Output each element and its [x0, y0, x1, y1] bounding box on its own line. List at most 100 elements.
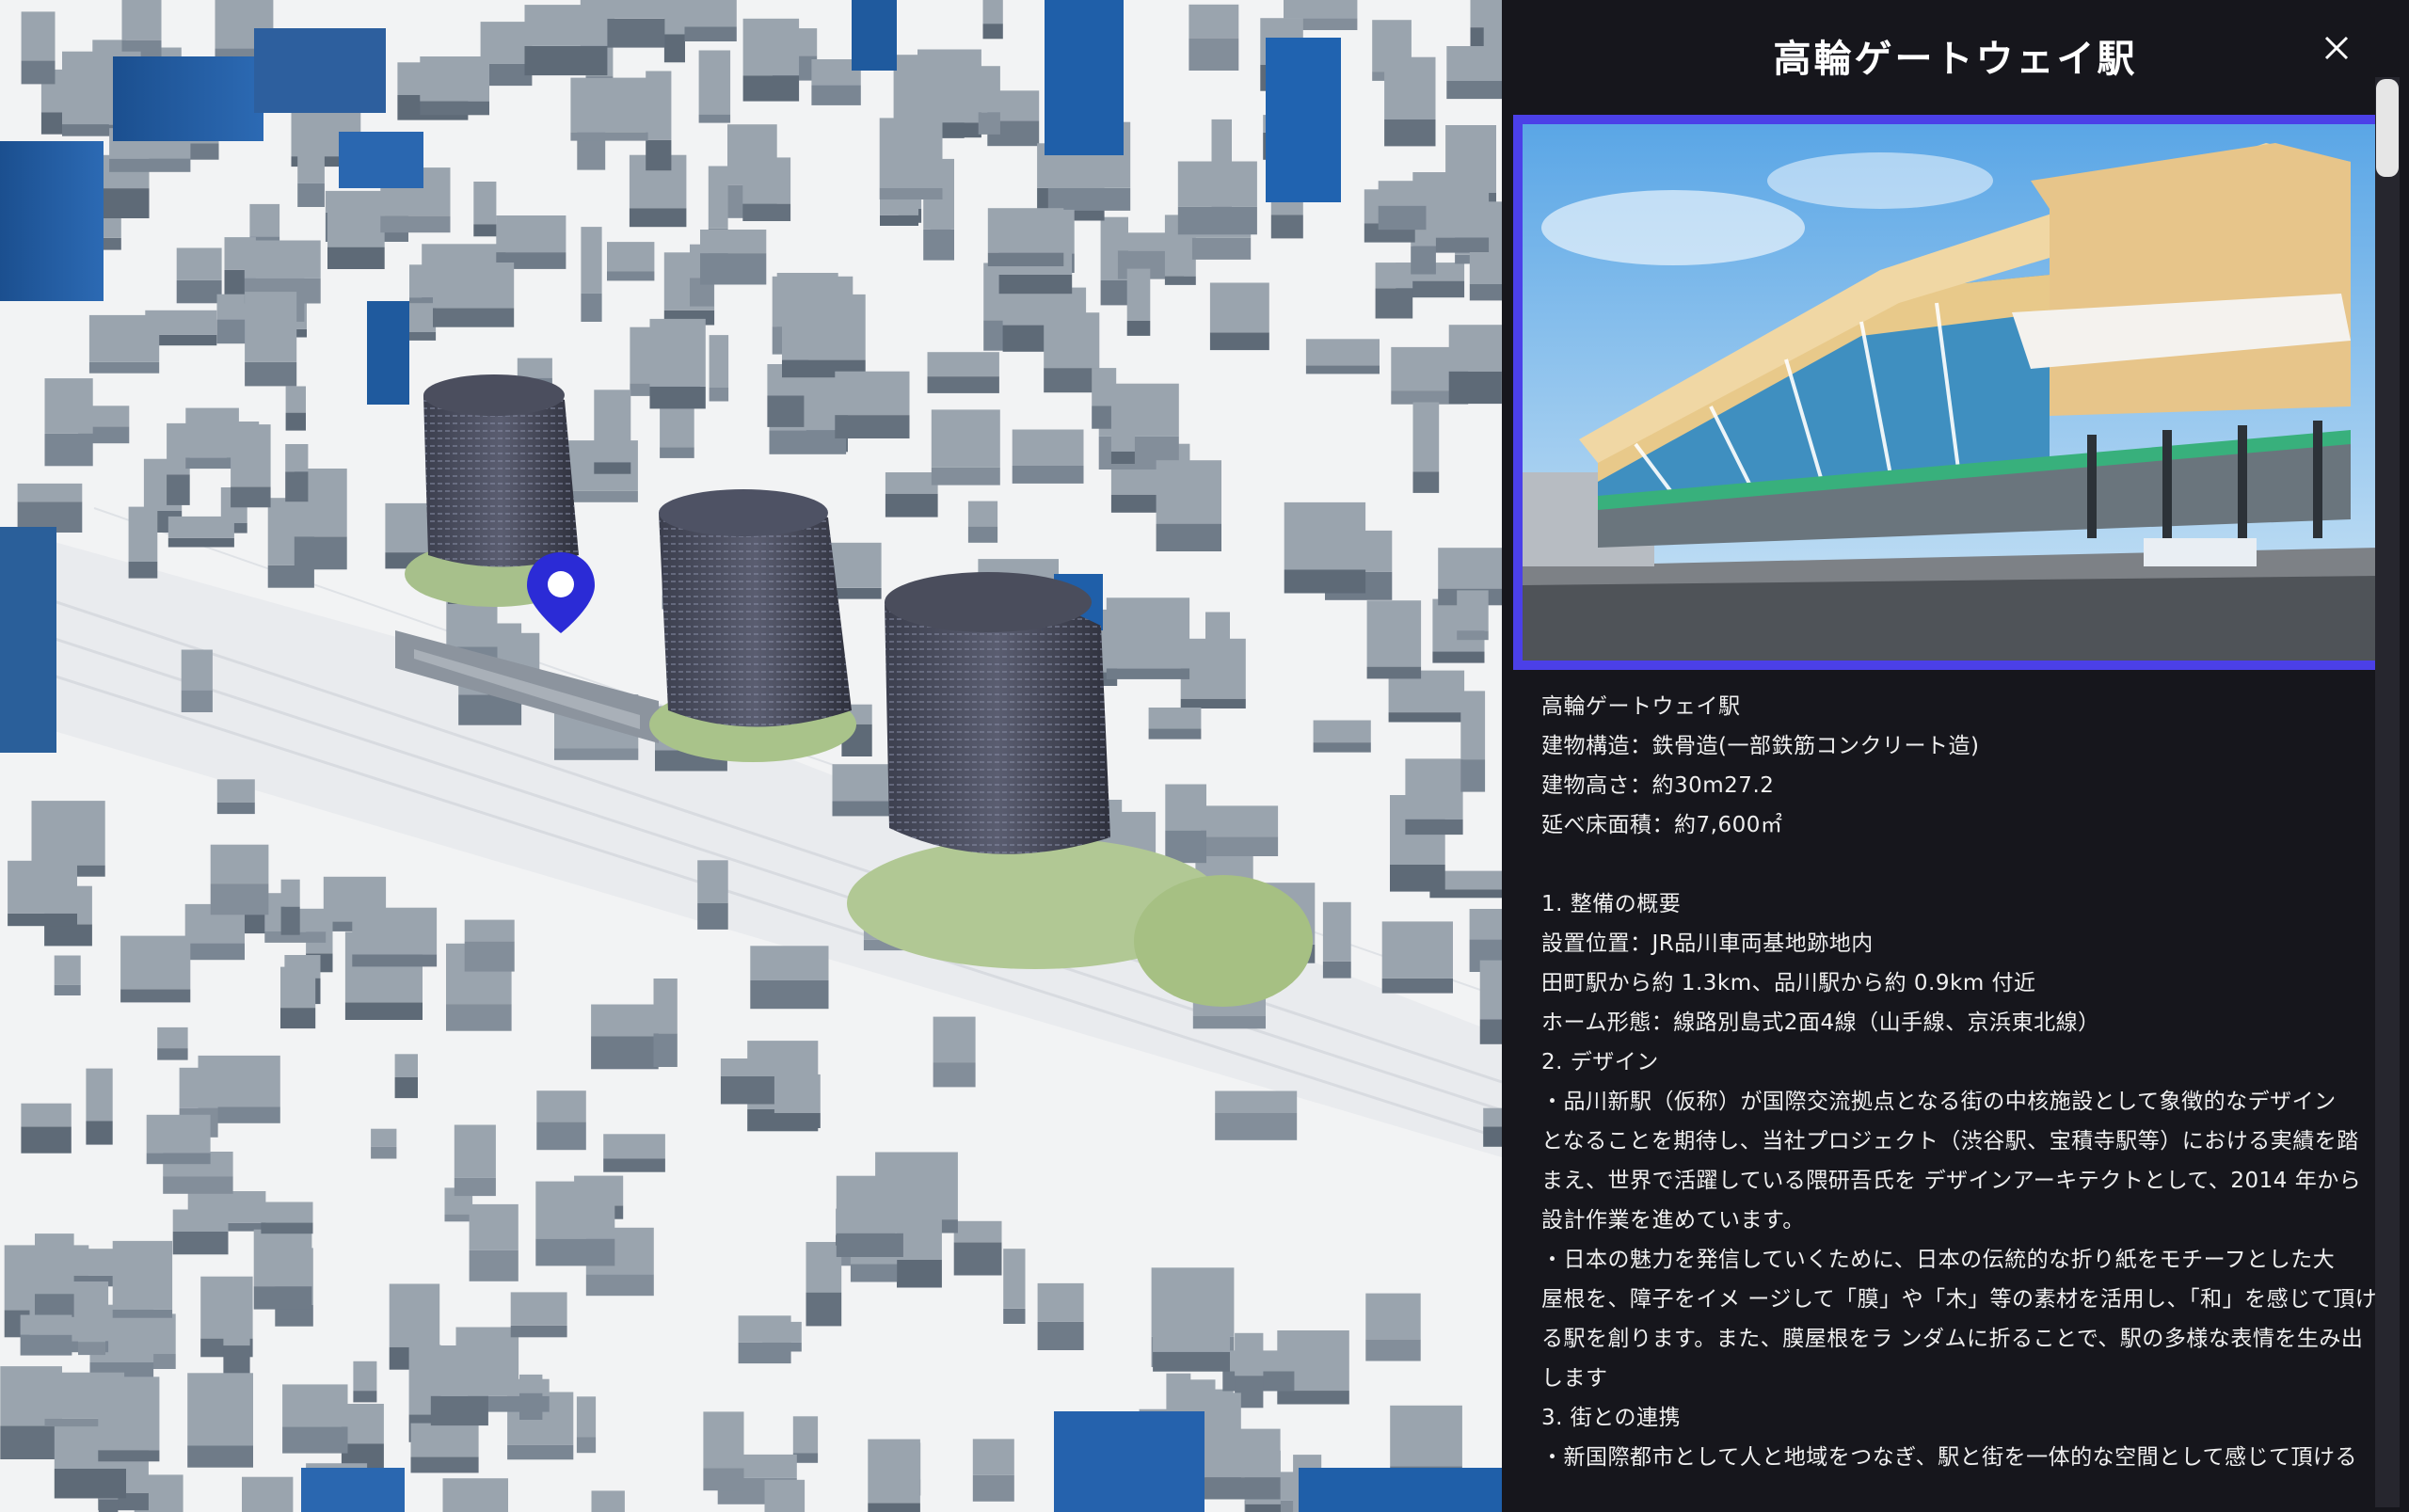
- building-wall: [78, 1342, 105, 1356]
- building-roof: [782, 294, 866, 360]
- scrollbar-thumb[interactable]: [2376, 79, 2399, 177]
- building-wall: [54, 984, 81, 995]
- building-wall: [1270, 215, 1303, 239]
- building-wall: [700, 253, 767, 285]
- building-wall: [879, 187, 943, 199]
- building-wall: [35, 1294, 74, 1317]
- building-wall: [187, 1445, 253, 1468]
- building-roof: [430, 1345, 488, 1396]
- building-roof: [1412, 402, 1440, 472]
- building-wall: [850, 1264, 898, 1282]
- building-roof: [764, 1479, 806, 1512]
- building-wall: [646, 139, 672, 171]
- building-roof: [454, 1124, 496, 1178]
- building-wall: [554, 748, 639, 760]
- building-roof: [1483, 1107, 1502, 1127]
- building-wall: [98, 1499, 119, 1512]
- building-wall: [352, 954, 438, 967]
- building-wall: [1432, 651, 1485, 663]
- building-wall: [774, 1113, 821, 1128]
- building-wall: [972, 1474, 1014, 1502]
- building-roof: [285, 386, 306, 413]
- building-roof: [1457, 590, 1489, 631]
- building-wall: [1044, 368, 1100, 393]
- building-wall: [353, 1391, 377, 1403]
- building-wall: [570, 132, 648, 141]
- building-wall: [157, 1048, 188, 1060]
- building-wall: [1378, 205, 1427, 231]
- scrollbar-track[interactable]: [2375, 77, 2400, 1507]
- building-wall: [469, 1249, 518, 1281]
- building-roof: [121, 0, 162, 40]
- building-roof: [1153, 1294, 1230, 1352]
- building-roof: [297, 138, 325, 183]
- building-roof: [249, 203, 280, 237]
- building-wall: [1483, 1126, 1502, 1147]
- building-wall: [1405, 819, 1463, 836]
- building-roof: [223, 1296, 250, 1346]
- building-wall: [603, 1158, 665, 1172]
- building-wall: [998, 275, 1073, 294]
- building-wall: [184, 943, 245, 961]
- building-wall: [811, 85, 861, 105]
- building-wall: [420, 101, 489, 116]
- building-wall: [880, 215, 918, 226]
- description-line: 建物構造：鉄骨造(一部鉄筋コンクリート造): [1541, 734, 1980, 758]
- description-line: 建物高さ：約30m27.2: [1541, 773, 1775, 798]
- building-wall: [1106, 668, 1190, 679]
- building-roof: [442, 1478, 508, 1512]
- building-roof: [1204, 1428, 1281, 1478]
- map-viewport[interactable]: [0, 0, 1502, 1512]
- building-roof: [54, 955, 81, 985]
- building-wall: [1204, 1477, 1281, 1500]
- map-pin-icon[interactable]: [527, 552, 595, 633]
- building-wall: [769, 430, 847, 454]
- building-wall: [1469, 284, 1502, 301]
- building-roof: [21, 11, 56, 61]
- building-roof: [931, 409, 1000, 468]
- building-wall: [394, 1077, 418, 1099]
- building-roof: [536, 1090, 586, 1122]
- building-roof: [1469, 909, 1502, 940]
- building-roof: [1460, 691, 1486, 760]
- building-roof: [591, 1490, 625, 1512]
- building-roof: [473, 182, 497, 225]
- building-wall: [1284, 569, 1366, 594]
- building-wall: [1412, 471, 1440, 493]
- building-roof: [280, 966, 316, 1009]
- building-wall: [1153, 1351, 1230, 1372]
- building-wall: [112, 1309, 173, 1318]
- building-wall: [1448, 371, 1502, 405]
- building-wall: [577, 137, 606, 170]
- close-button[interactable]: [2313, 24, 2360, 72]
- building-wall: [1003, 1308, 1026, 1324]
- description-line: 3. 街との連携: [1541, 1406, 1682, 1430]
- close-icon[interactable]: [2313, 24, 2360, 72]
- building-roof: [742, 18, 800, 76]
- building-wall: [1209, 332, 1269, 351]
- building-wall: [473, 224, 497, 237]
- building-wall: [430, 1395, 488, 1426]
- building-roof: [78, 1318, 105, 1343]
- tower-3: [847, 572, 1313, 1007]
- building-wall: [261, 1222, 313, 1234]
- building-roof: [1479, 960, 1502, 1020]
- building-wall: [210, 883, 269, 915]
- building-roof: [570, 77, 648, 133]
- building-wall: [146, 1153, 211, 1165]
- building-roof: [806, 1242, 842, 1293]
- building-wall: [1037, 1321, 1084, 1350]
- building-wall: [344, 1002, 423, 1020]
- building-wall: [1366, 666, 1422, 679]
- building-roof: [774, 1074, 821, 1113]
- building-roof: [653, 979, 678, 1034]
- building-wall: [54, 1469, 126, 1499]
- building-wall: [128, 561, 158, 579]
- building-roof: [21, 1103, 72, 1127]
- map-canvas[interactable]: [0, 0, 1502, 1512]
- description-line: 2. デザイン: [1541, 1050, 1659, 1074]
- description-text: 高輪ゲートウェイ駅 建物構造：鉄骨造(一部鉄筋コンクリート造) 建物高さ：約30m2…: [1541, 687, 2377, 1477]
- building-roof: [389, 1283, 440, 1347]
- building-wall: [454, 1177, 496, 1197]
- building-roof: [535, 1181, 615, 1239]
